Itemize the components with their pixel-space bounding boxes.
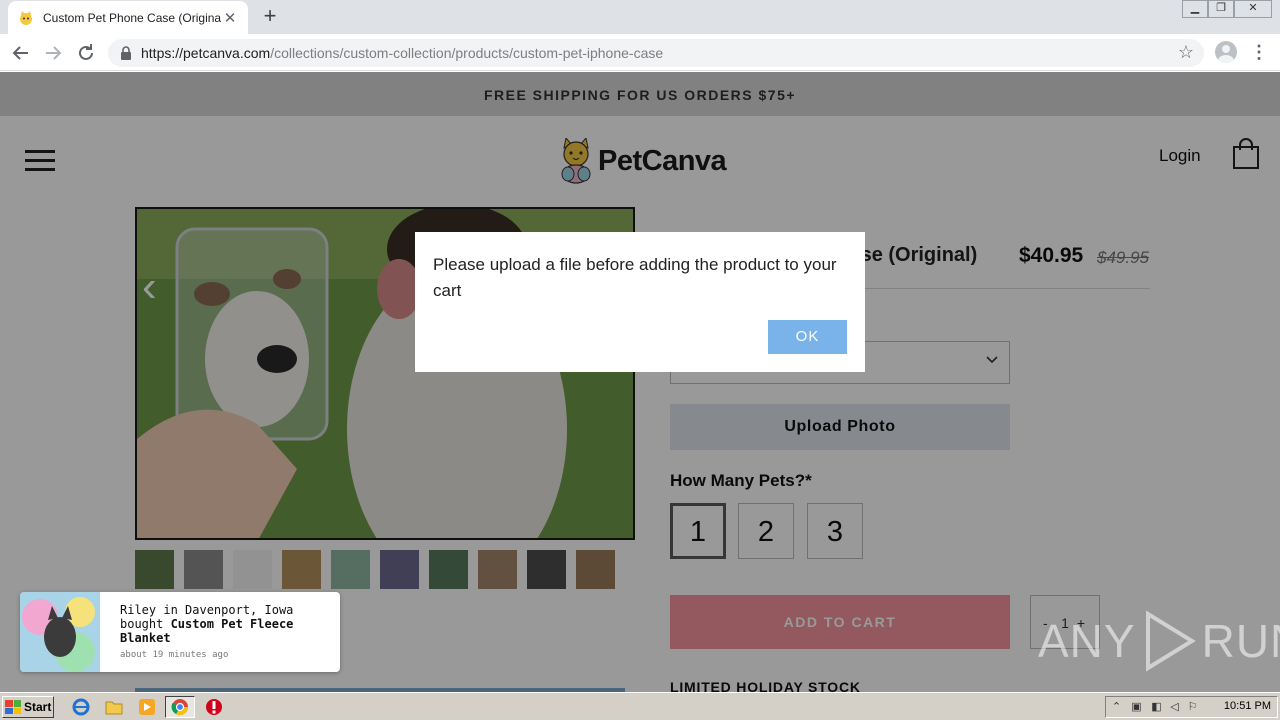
restore-window-icon[interactable]: ❐ xyxy=(1208,0,1234,18)
taskbar-clock: 10:51 PM xyxy=(1223,700,1271,712)
media-player-icon[interactable] xyxy=(138,698,156,716)
url-host: https://petcanva.com xyxy=(141,45,271,61)
alert-dialog: Please upload a file before adding the p… xyxy=(415,232,865,372)
network-icon[interactable]: ▣ xyxy=(1130,701,1143,714)
tray-app-icon[interactable]: ◧ xyxy=(1150,701,1163,714)
opera-icon[interactable] xyxy=(205,698,223,716)
purchase-time: about 19 minutes ago xyxy=(120,650,229,660)
action-center-flag-icon[interactable]: ⚐ xyxy=(1186,701,1199,714)
minimize-window-icon[interactable]: ▁ xyxy=(1182,0,1208,18)
purchase-verb: bought xyxy=(120,617,171,631)
volume-icon[interactable]: ◁ xyxy=(1168,701,1181,714)
recent-purchase-popup[interactable]: Riley in Davenport, Iowa bought Custom P… xyxy=(20,592,340,672)
tray-expand-icon[interactable]: ⌃ xyxy=(1110,701,1123,714)
watermark-text-any: ANY xyxy=(1038,615,1136,667)
purchase-text: Riley in Davenport, Iowa bought Custom P… xyxy=(120,603,330,645)
dialog-ok-button[interactable]: OK xyxy=(768,320,847,354)
url-text: https://petcanva.com/collections/custom-… xyxy=(141,45,663,61)
dialog-message: Please upload a file before adding the p… xyxy=(433,255,837,300)
new-tab-plus-icon[interactable]: + xyxy=(258,5,282,29)
internet-explorer-icon[interactable] xyxy=(72,698,90,716)
tab-title: Custom Pet Phone Case (Original) – P xyxy=(43,10,221,25)
windows-taskbar: Start ⌃ ▣ ◧ ◁ ⚐ 10:51 PM xyxy=(0,692,1280,720)
windows-flag-icon xyxy=(5,700,21,714)
tab-close-icon[interactable]: ✕ xyxy=(222,9,238,27)
start-label: Start xyxy=(24,700,52,714)
system-tray: ⌃ ▣ ◧ ◁ ⚐ 10:51 PM xyxy=(1105,696,1278,718)
start-button[interactable]: Start xyxy=(2,696,54,718)
lock-icon xyxy=(121,46,131,60)
web-page: FREE SHIPPING FOR US ORDERS $75+ PetCanv… xyxy=(0,72,1280,692)
purchase-customer: Riley in Davenport, Iowa xyxy=(120,603,294,617)
forward-arrow-icon[interactable] xyxy=(41,41,65,65)
browser-menu-icon[interactable]: ⋮ xyxy=(1250,42,1268,62)
watermark-text-run: RUN xyxy=(1201,615,1280,667)
reload-icon[interactable] xyxy=(74,41,98,65)
petcanva-favicon-icon xyxy=(18,10,34,26)
purchase-product-image xyxy=(20,592,100,672)
profile-avatar-icon[interactable] xyxy=(1215,41,1237,63)
folder-icon[interactable] xyxy=(105,698,123,716)
play-triangle-icon xyxy=(1145,610,1196,672)
browser-tab[interactable]: Custom Pet Phone Case (Original) – P ✕ xyxy=(8,1,248,34)
bookmark-star-icon[interactable]: ☆ xyxy=(1178,42,1194,63)
close-window-icon[interactable]: ✕ xyxy=(1234,0,1272,18)
browser-tab-strip: Custom Pet Phone Case (Original) – P ✕ +… xyxy=(0,0,1280,34)
address-bar[interactable]: https://petcanva.com/collections/custom-… xyxy=(108,39,1204,67)
chrome-icon xyxy=(171,699,189,716)
back-arrow-icon[interactable] xyxy=(9,41,33,65)
chrome-taskbar-button[interactable] xyxy=(165,696,195,718)
browser-toolbar: https://petcanva.com/collections/custom-… xyxy=(0,34,1280,71)
anyrun-watermark: ANY RUN xyxy=(1038,610,1280,672)
url-path: /collections/custom-collection/products/… xyxy=(270,45,664,61)
